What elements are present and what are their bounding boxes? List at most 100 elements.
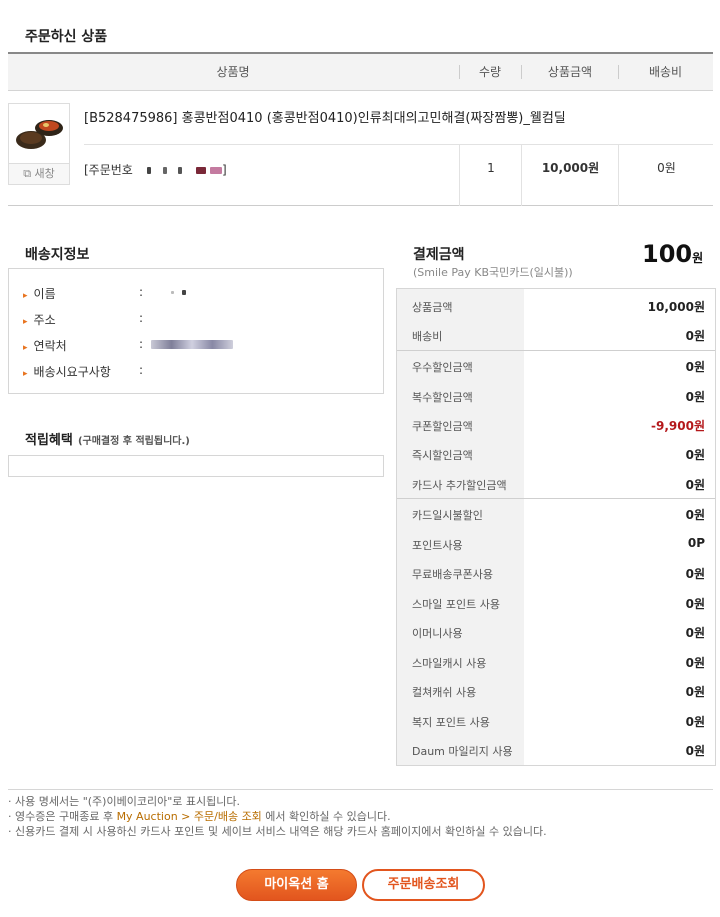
masked-text — [151, 340, 234, 349]
payment-row-value: 0원 — [685, 360, 705, 374]
my-auction-order-link[interactable]: My Auction > 주문/배송 조회 — [117, 810, 262, 823]
points-benefit-title: 적립혜택 — [25, 433, 73, 448]
ordered-products-title: 주문하신 상품 — [25, 29, 108, 45]
payment-method: (Smile Pay KB국민카드(일시불)) — [413, 266, 573, 279]
product-name-link[interactable]: [B528475986] 홍콩반점0410 (홍콩반점0410)인류최대의고민해… — [84, 107, 566, 126]
payment-row-label: 스마일 포인트 사용 — [412, 598, 500, 611]
payment-row-value: 0원 — [685, 478, 705, 492]
notice-text: 에서 확인하실 수 있습니다. — [261, 810, 391, 823]
shipping-info-title: 배송지정보 — [25, 247, 90, 263]
payment-row-label: 컬쳐캐쉬 사용 — [412, 686, 477, 699]
product-qty: 1 — [459, 145, 522, 206]
shipping-field-value: : — [139, 285, 187, 299]
shipping-field-address: ▸ 주소 — [23, 311, 56, 328]
payment-row-value: 0원 — [685, 715, 705, 729]
payment-row-value: 0원 — [685, 329, 705, 343]
payment-row: 컬쳐캐쉬 사용 0원 — [397, 676, 715, 706]
payment-row: 배송비 0원 — [397, 320, 715, 350]
product-thumbnail[interactable]: ⧉ 새창 — [8, 103, 70, 185]
shipping-field-value: : — [139, 363, 144, 377]
shipping-field-request: ▸ 배송시요구사항 — [23, 363, 111, 380]
shipping-field-label: 배송시요구사항 — [33, 365, 111, 379]
masked-text — [146, 167, 151, 174]
payment-total-amount: 100 — [642, 240, 693, 268]
payment-row-label: 포인트사용 — [412, 539, 463, 552]
payment-row-value: -9,900원 — [651, 419, 705, 433]
shipping-field-value: : — [139, 311, 144, 325]
order-tracking-button[interactable]: 주문배송조회 — [362, 869, 485, 901]
masked-text — [209, 167, 222, 174]
payment-row-value: 0P — [687, 536, 705, 550]
col-product-name: 상품명 — [216, 65, 250, 79]
product-table-header: 상품명 수량 상품금액 배송비 — [8, 52, 713, 91]
product-row: ⧉ 새창 [B528475986] 홍콩반점0410 (홍콩반점0410)인류최… — [8, 89, 713, 206]
shipping-field-colon: : — [139, 285, 144, 299]
payment-row: 무료배송쿠폰사용 0원 — [397, 558, 715, 588]
payment-row-label: 상품금액 — [412, 301, 453, 314]
payment-row-label: 복지 포인트 사용 — [412, 716, 490, 729]
payment-row: 스마일 포인트 사용 0원 — [397, 588, 715, 618]
bullet-arrow-icon: ▸ — [23, 291, 28, 301]
shipping-field-label: 연락처 — [33, 339, 67, 353]
notice-text: · 영수증은 구매종료 후 — [8, 810, 117, 823]
payment-row-label: 무료배송쿠폰사용 — [412, 568, 493, 581]
payment-row-value: 0원 — [685, 597, 705, 611]
payment-row-label: 쿠폰할인금액 — [412, 420, 473, 433]
points-benefit-note: (구매결정 후 적립됩니다.) — [77, 436, 190, 447]
payment-row-label: 우수할인금액 — [412, 361, 473, 374]
points-benefit-heading: 적립혜택 (구매결정 후 적립됩니다.) — [25, 429, 190, 448]
shipping-field-value: : — [139, 337, 234, 351]
bullet-arrow-icon: ▸ — [23, 343, 28, 353]
notice-item: · 영수증은 구매종료 후 My Auction > 주문/배송 조회 에서 확… — [8, 809, 713, 824]
payment-row: 스마일캐시 사용 0원 — [397, 647, 715, 677]
shipping-field-colon: : — [139, 337, 144, 351]
shipping-field-phone: ▸ 연락처 — [23, 337, 67, 354]
shipping-field-name: ▸ 이름 — [23, 285, 56, 302]
payment-row: 카드일시불할인 0원 — [397, 499, 715, 529]
payment-row: 즉시할인금액 0원 — [397, 439, 715, 469]
bullet-arrow-icon: ▸ — [23, 317, 28, 327]
notice-item: · 사용 명세서는 "(주)이베이코리아"로 표시됩니다. — [8, 795, 240, 808]
shipping-info-box: ▸ 이름 : ▸ 주소 : ▸ 연락처 : ▸ 배송시요구사항 : — [8, 268, 384, 394]
new-window-button[interactable]: ⧉ 새창 — [9, 163, 69, 184]
payment-row-value: 0원 — [685, 744, 705, 758]
payment-row-value: 0원 — [685, 656, 705, 670]
payment-row-value: 0원 — [685, 685, 705, 699]
payment-total-unit: 원 — [692, 251, 704, 265]
payment-row-label: 즉시할인금액 — [412, 449, 473, 462]
notice-item: · 신용카드 결제 시 사용하신 카드사 포인트 및 세이브 서비스 내역은 해… — [8, 825, 547, 838]
payment-row-value: 0원 — [685, 626, 705, 640]
payment-row: 복지 포인트 사용 0원 — [397, 706, 715, 736]
my-auction-home-button[interactable]: 마이옥션 홈 — [236, 869, 357, 901]
payment-row-value: 10,000원 — [647, 300, 705, 314]
col-shipping: 배송비 — [648, 65, 683, 79]
payment-row: 복수할인금액 0원 — [397, 381, 715, 411]
payment-row: Daum 마일리지 사용 0원 — [397, 735, 715, 765]
shipping-field-label: 이름 — [33, 287, 56, 301]
payment-row: 상품금액 10,000원 — [397, 291, 715, 321]
col-qty: 수량 — [478, 65, 502, 79]
payment-row-label: 카드일시불할인 — [412, 509, 483, 522]
masked-text — [162, 167, 167, 174]
points-benefit-box — [8, 455, 384, 477]
payment-title: 결제금액 — [413, 247, 465, 263]
payment-row-label: 카드사 추가할인금액 — [412, 479, 507, 492]
masked-text — [178, 167, 183, 174]
payment-row-value: 0원 — [685, 567, 705, 581]
payment-row: 이머니사용 0원 — [397, 617, 715, 647]
payment-row-label: 복수할인금액 — [412, 391, 473, 404]
product-image — [16, 120, 63, 149]
product-order-info: [주문번호 ] 1 10,000원 0원 — [84, 144, 713, 206]
product-amount: 10,000원 — [521, 145, 619, 206]
masked-text — [182, 290, 187, 295]
masked-text — [171, 291, 175, 294]
order-number: [주문번호 ] — [84, 161, 227, 178]
payment-row-label: Daum 마일리지 사용 — [412, 745, 513, 758]
payment-row-label: 스마일캐시 사용 — [412, 657, 487, 670]
payment-row-value: 0원 — [685, 390, 705, 404]
payment-row-value: 0원 — [685, 448, 705, 462]
payment-total: 100원 — [642, 240, 703, 268]
bullet-arrow-icon: ▸ — [23, 369, 28, 379]
order-number-close: ] — [221, 163, 227, 177]
order-number-label: [주문번호 — [84, 163, 133, 177]
